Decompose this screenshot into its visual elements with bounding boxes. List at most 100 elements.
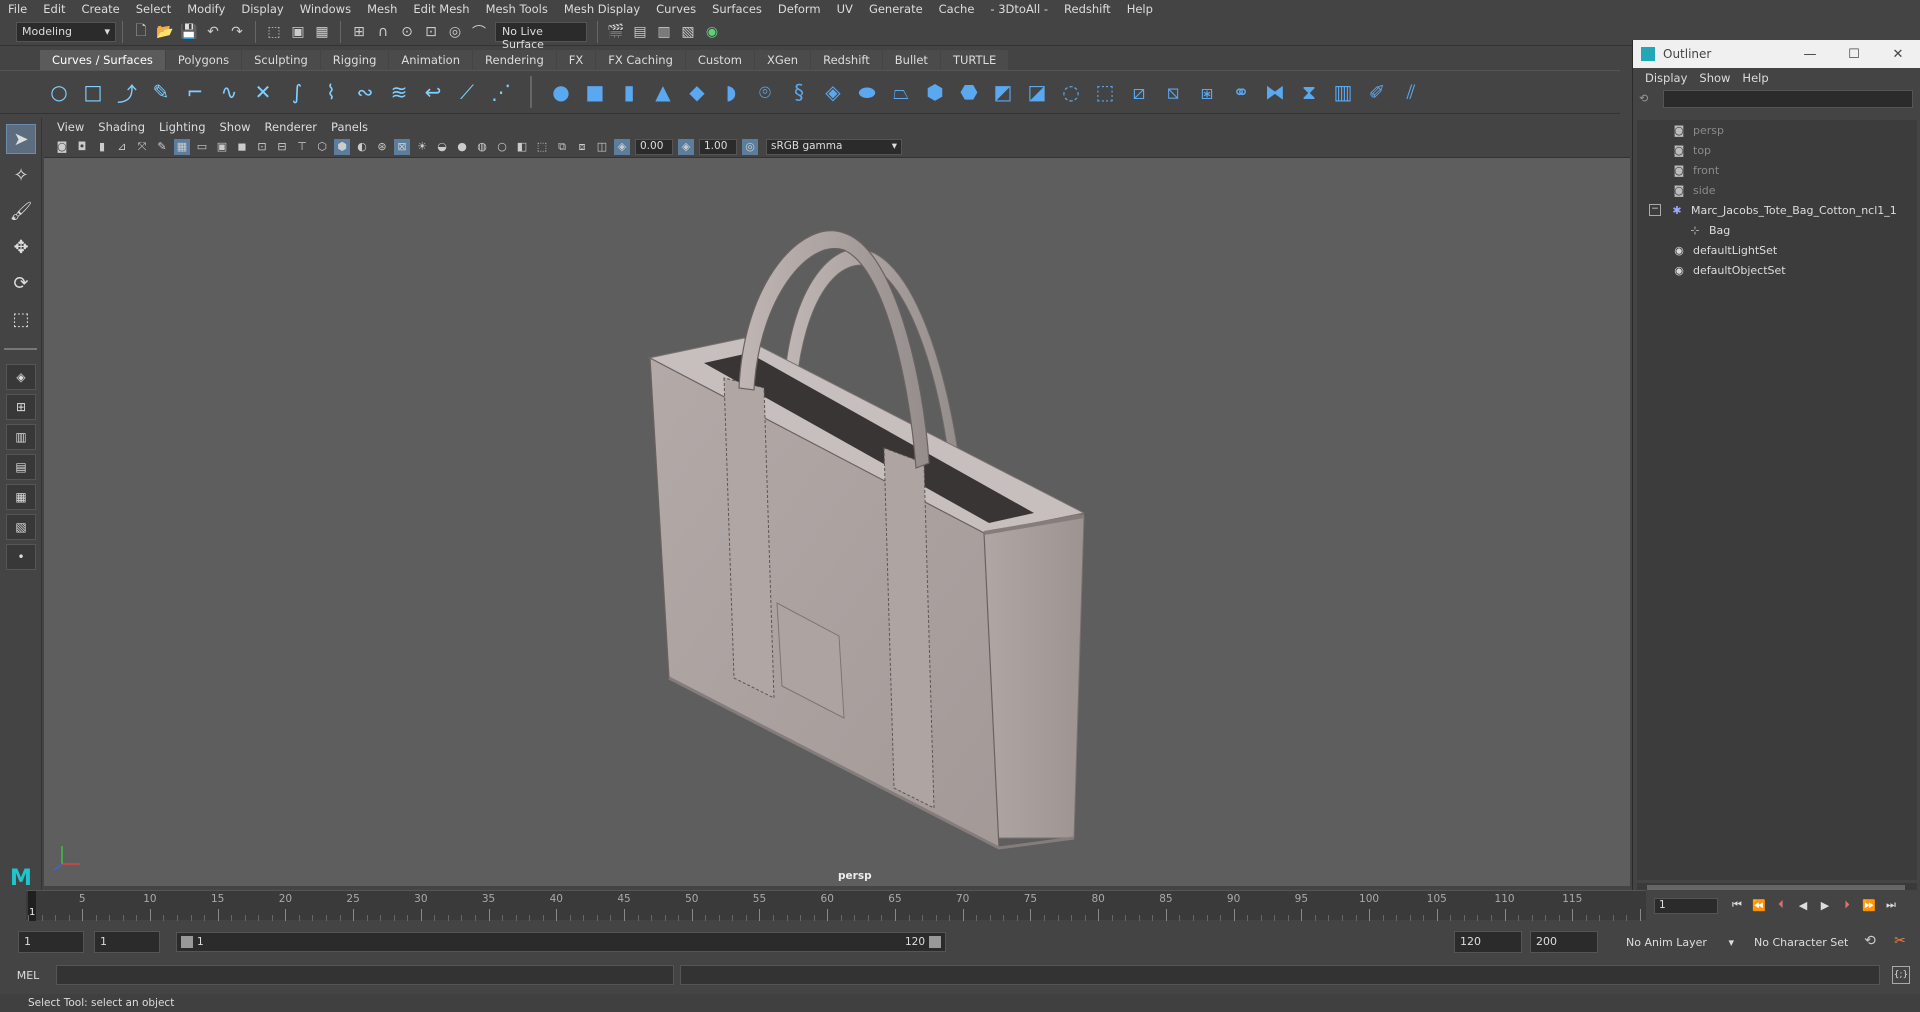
2d-pan-zoom-icon[interactable]: ⤧: [134, 139, 150, 155]
outliner-item[interactable]: ◙ top: [1637, 140, 1917, 160]
script-editor-icon[interactable]: {;}: [1892, 966, 1910, 984]
render-settings-icon[interactable]: ▧: [678, 22, 698, 42]
animation-start-field[interactable]: 1: [18, 931, 84, 953]
image-plane-icon[interactable]: ⊿: [114, 139, 130, 155]
play-forwards-icon[interactable]: ▶: [1814, 896, 1836, 914]
outliner-item[interactable]: − ✱ Marc_Jacobs_Tote_Bag_Cotton_ncl1_1: [1637, 200, 1917, 220]
intersect-curve-icon[interactable]: ✕: [249, 78, 277, 106]
wireframe-icon[interactable]: ⬡: [314, 139, 330, 155]
paint-surface-icon[interactable]: ✐: [1363, 78, 1391, 106]
menu-windows[interactable]: Windows: [292, 2, 359, 16]
gamma-toggle-icon[interactable]: ◈: [678, 138, 694, 155]
shelf-tab-redshift[interactable]: Redshift: [811, 50, 882, 70]
anti-aliasing-icon[interactable]: ○: [494, 139, 510, 155]
menu-generate[interactable]: Generate: [861, 2, 931, 16]
camera-select-icon[interactable]: ◙: [54, 139, 70, 155]
menu-display[interactable]: Display: [233, 2, 291, 16]
outliner-item[interactable]: ⊹ Bag: [1637, 220, 1917, 240]
viewport-menu-show[interactable]: Show: [213, 120, 258, 134]
command-input[interactable]: [56, 965, 674, 985]
character-set-select[interactable]: No Character Set: [1748, 931, 1870, 953]
current-time-marker[interactable]: 1: [28, 891, 36, 921]
view-transform-select[interactable]: sRGB gamma ▾: [766, 138, 902, 155]
color-management-icon[interactable]: ◎: [742, 138, 758, 155]
auto-key-icon[interactable]: ⟲: [1860, 931, 1880, 951]
menu-3dtoall[interactable]: - 3DtoAll -: [982, 2, 1056, 16]
nurbs-circle-icon[interactable]: ○: [45, 78, 73, 106]
shelf-tab-fx[interactable]: FX: [556, 50, 596, 70]
nurbs-cone-icon[interactable]: ▲: [649, 78, 677, 106]
textured-icon[interactable]: ⊠: [394, 138, 410, 155]
square-surface-icon[interactable]: ⬣: [955, 78, 983, 106]
outliner-menu-display[interactable]: Display: [1639, 71, 1693, 85]
menu-uv[interactable]: UV: [829, 2, 861, 16]
viewport-menu-shading[interactable]: Shading: [91, 120, 152, 134]
range-start-handle[interactable]: [181, 936, 193, 948]
outliner-menu-help[interactable]: Help: [1736, 71, 1774, 85]
animation-preferences-icon[interactable]: ✂: [1890, 931, 1910, 951]
grease-pencil-icon[interactable]: ✎: [154, 139, 170, 155]
gamma-field[interactable]: 1.00: [699, 138, 737, 155]
use-default-material-icon[interactable]: ◐: [354, 139, 370, 155]
smooth-shade-icon[interactable]: ⬢: [334, 138, 350, 155]
isolate-select-icon[interactable]: ⬚: [534, 139, 550, 155]
curve-detach-icon[interactable]: ⌇: [317, 78, 345, 106]
menu-mesh[interactable]: Mesh: [359, 2, 405, 16]
sculpt-surface-icon[interactable]: ⧓: [1261, 78, 1289, 106]
curve-extend-icon[interactable]: ⟋: [453, 78, 481, 106]
menu-edit-mesh[interactable]: Edit Mesh: [405, 2, 477, 16]
resolution-gate-icon[interactable]: ▣: [214, 139, 230, 155]
playback-start-field[interactable]: 1: [94, 931, 160, 953]
select-object-icon[interactable]: ▣: [288, 22, 308, 42]
anim-layer-select[interactable]: No Anim Layer ▾: [1620, 931, 1740, 953]
shelf-tab-animation[interactable]: Animation: [389, 50, 473, 70]
script-language-toggle[interactable]: MEL: [0, 969, 56, 982]
two-pane-layout-icon[interactable]: ▥: [6, 424, 36, 450]
viewport-panel[interactable]: View Shading Lighting Show Renderer Panels ◙ …: [44, 118, 1630, 886]
select-tool-icon[interactable]: ➤: [6, 124, 36, 154]
ambient-occlusion-icon[interactable]: ●: [454, 139, 470, 155]
snap-view-icon[interactable]: ⊡: [421, 22, 441, 42]
ipr-render-icon[interactable]: ▥: [654, 22, 674, 42]
scene-view[interactable]: [44, 158, 1630, 886]
shelf-tab-curves-surfaces[interactable]: Curves / Surfaces: [40, 50, 165, 70]
viewport-menu-lighting[interactable]: Lighting: [152, 120, 212, 134]
nurbs-square-icon[interactable]: □: [79, 78, 107, 106]
go-to-end-icon[interactable]: ⏭: [1880, 896, 1902, 914]
animation-end-field[interactable]: 200: [1530, 931, 1598, 953]
menu-mesh-display[interactable]: Mesh Display: [556, 2, 648, 16]
range-bar[interactable]: 1 120: [176, 932, 946, 952]
live-surface-field[interactable]: No Live Surface: [495, 21, 587, 51]
shelf-tab-rigging[interactable]: Rigging: [320, 50, 389, 70]
redo-icon[interactable]: ↷: [227, 22, 247, 42]
menu-modify[interactable]: Modify: [179, 2, 233, 16]
lasso-tool-icon[interactable]: ✧: [6, 160, 36, 190]
outliner-item[interactable]: ◙ side: [1637, 180, 1917, 200]
curve-rebuild-icon[interactable]: ∾: [351, 78, 379, 106]
more-layouts-icon[interactable]: •: [6, 544, 36, 570]
minimize-icon[interactable]: —: [1788, 47, 1832, 62]
outliner-persp-layout-icon[interactable]: ▤: [6, 454, 36, 480]
viewport-menu-renderer[interactable]: Renderer: [258, 120, 325, 134]
outliner-search-input[interactable]: [1663, 90, 1913, 108]
untrim-icon[interactable]: ⧆: [1193, 78, 1221, 106]
surface-rebuild-icon[interactable]: ⫽: [1397, 78, 1425, 106]
menu-create[interactable]: Create: [74, 2, 128, 16]
curve-attach-icon[interactable]: ∫: [283, 78, 311, 106]
depth-of-field-icon[interactable]: ◧: [514, 139, 530, 155]
outliner-item[interactable]: ◉ defaultLightSet: [1637, 240, 1917, 260]
curve-reverse-icon[interactable]: ↩: [419, 78, 447, 106]
close-icon[interactable]: ✕: [1876, 47, 1920, 62]
nurbs-sphere-icon[interactable]: ●: [547, 78, 575, 106]
snap-curve-icon[interactable]: ∩: [373, 22, 393, 42]
select-component-icon[interactable]: ▦: [312, 22, 332, 42]
snap-surface-icon[interactable]: ◎: [445, 22, 465, 42]
hypershade-icon[interactable]: ◉: [702, 22, 722, 42]
viewport-menu-panels[interactable]: Panels: [324, 120, 375, 134]
time-slider-track[interactable]: 1 5 10 15 20 25 30 35 40 45 50 55 60 65 70 75 80 85 90 95 1…: [26, 890, 1646, 921]
outliner-item[interactable]: ◙ front: [1637, 160, 1917, 180]
move-tool-icon[interactable]: ✥: [6, 232, 36, 262]
save-scene-icon[interactable]: 💾: [179, 22, 199, 42]
menu-help[interactable]: Help: [1119, 2, 1161, 16]
exposure-toggle-icon[interactable]: ◈: [614, 138, 630, 155]
